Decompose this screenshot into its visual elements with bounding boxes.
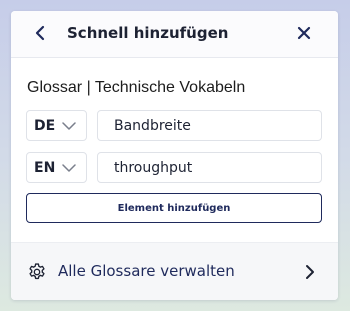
close-icon <box>297 26 311 40</box>
target-term-input[interactable] <box>97 152 322 183</box>
target-language-select[interactable]: EN <box>26 152 87 183</box>
chevron-down-icon <box>62 122 76 130</box>
target-language-code: EN <box>34 160 56 176</box>
source-language-select[interactable]: DE <box>26 110 87 141</box>
close-button[interactable] <box>294 23 314 43</box>
dialog-header: Schnell hinzufügen <box>11 11 338 58</box>
glossary-title: Glossar | Technische Vokabeln <box>27 79 246 96</box>
chevron-down-icon <box>62 164 76 172</box>
dialog-title: Schnell hinzufügen <box>67 24 229 42</box>
chevron-left-icon <box>35 25 45 41</box>
manage-glossaries-label: Alle Glossare verwalten <box>58 262 235 280</box>
manage-glossaries-link[interactable]: Alle Glossare verwalten <box>11 242 338 300</box>
quick-add-dialog: Schnell hinzufügen Glossar | Technische … <box>11 11 338 300</box>
source-term-input[interactable] <box>97 110 322 141</box>
chevron-right-icon <box>306 265 314 279</box>
back-button[interactable] <box>31 23 51 43</box>
add-element-button[interactable]: Element hinzufügen <box>26 193 322 223</box>
gear-icon <box>29 263 45 280</box>
source-language-code: DE <box>34 118 56 134</box>
